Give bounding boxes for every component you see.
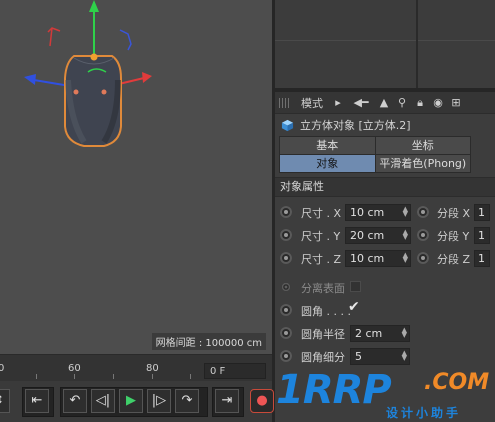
animate-fillet-subdivision-icon[interactable] <box>280 350 292 362</box>
object-header: 立方体对象 [立方体.2] <box>275 114 495 136</box>
animate-segments-x-icon[interactable] <box>417 206 429 218</box>
next-key-button[interactable]: ↷ <box>175 389 199 413</box>
size-y-label: 尺寸 . Y <box>301 230 341 243</box>
tab-phong[interactable]: 平滑着色(Phong) <box>375 155 470 172</box>
animate-segments-y-icon[interactable] <box>417 229 429 241</box>
size-z-row: 尺寸 . Z 10 cm ▲ ▼ 分段 Z 1 <box>275 247 495 270</box>
cube-object[interactable] <box>64 53 122 147</box>
tick-mark <box>190 374 191 379</box>
spinner-icon[interactable]: ▲ ▼ <box>402 350 407 362</box>
tick-label: 0 <box>0 363 5 374</box>
tick-mark <box>74 374 75 379</box>
viewport-scene[interactable] <box>0 0 272 354</box>
size-x-field[interactable]: 10 cm ▲ ▼ <box>345 204 411 221</box>
cube-icon <box>281 119 294 131</box>
segments-x-label: 分段 X <box>437 207 471 220</box>
animate-fillet-icon[interactable] <box>280 304 292 316</box>
go-to-start-button[interactable]: ⇤ <box>25 389 49 413</box>
watermark-main: 1RRP <box>276 367 392 413</box>
size-z-value: 10 cm <box>350 252 385 265</box>
segments-y-field[interactable]: 1 <box>474 227 490 244</box>
play-arrow-icon[interactable]: ▸ <box>329 96 347 109</box>
y-axis-handle[interactable] <box>89 0 99 58</box>
segments-z-field[interactable]: 1 <box>474 250 490 267</box>
tab-object[interactable]: 对象 <box>280 155 375 172</box>
rotation-gizmo <box>47 27 132 51</box>
search-icon[interactable]: ⚲ <box>393 96 411 109</box>
animate-separate-surfaces-icon[interactable] <box>281 282 291 292</box>
spinner-icon[interactable]: ▲ ▼ <box>403 252 408 264</box>
animate-size-x-icon[interactable] <box>280 206 292 218</box>
segments-x-field[interactable]: 1 <box>474 204 490 221</box>
watermark-subtitle: 设计小助手 <box>386 406 462 420</box>
size-z-label: 尺寸 . Z <box>301 253 342 266</box>
fillet-subdivision-row: 圆角细分 5 ▲ ▼ <box>275 345 495 368</box>
tick-mark <box>36 374 37 379</box>
previous-frame-button[interactable]: ◁| <box>91 389 115 413</box>
tick-label: 80 <box>146 363 159 374</box>
record-button[interactable]: ● <box>250 389 274 413</box>
attribute-toolbar: 模式 ▸ ◀━ ▲ ⚲ 🔒︎ ◉ ⊞ <box>275 92 495 114</box>
separate-surfaces-checkbox[interactable] <box>350 281 361 292</box>
panel-split[interactable] <box>416 0 418 88</box>
object-title: 立方体对象 [立方体.2] <box>300 119 411 132</box>
fillet-radius-value: 2 cm <box>355 327 383 340</box>
separate-surfaces-label: 分离表面 <box>301 282 345 295</box>
fillet-subdivision-field[interactable]: 5 ▲ ▼ <box>350 348 410 365</box>
object-manager-panel[interactable] <box>275 0 495 88</box>
separate-surfaces-row: 分离表面 <box>275 276 495 299</box>
segments-z-label: 分段 Z <box>437 253 471 266</box>
previous-key-button[interactable]: ↶ <box>63 389 87 413</box>
fillet-subdivision-label: 圆角细分 <box>301 351 345 364</box>
tick-label: 60 <box>68 363 81 374</box>
tab-basic[interactable]: 基本 <box>280 137 375 154</box>
fillet-radius-label: 圆角半径 <box>301 328 345 341</box>
size-x-row: 尺寸 . X 10 cm ▲ ▼ 分段 X 1 <box>275 201 495 224</box>
fillet-checkbox[interactable]: ✔ <box>348 299 360 315</box>
spinner-icon[interactable]: ▲ ▼ <box>402 327 407 339</box>
fillet-subdivision-value: 5 <box>355 350 362 363</box>
lock-icon[interactable]: 🔒︎ <box>411 96 429 110</box>
size-y-field[interactable]: 20 cm ▲ ▼ <box>345 227 411 244</box>
animate-fillet-radius-icon[interactable] <box>280 327 292 339</box>
panel-rule <box>275 40 495 41</box>
tick-mark <box>152 374 153 379</box>
transport-controls: ⇕ ⇤ ↶ ◁| ▶ |▷ ↷ ⇥ ● <box>0 384 274 422</box>
current-frame-field[interactable]: 0 F <box>204 363 266 379</box>
animate-size-y-icon[interactable] <box>280 229 292 241</box>
grid-spacing-label: 网格间距 : 100000 cm <box>151 333 266 350</box>
watermark-domain: .COM <box>424 370 490 395</box>
fillet-radius-field[interactable]: 2 cm ▲ ▼ <box>350 325 410 342</box>
fillet-label: 圆角 . . . . <box>301 305 351 318</box>
go-to-end-button[interactable]: ⇥ <box>215 389 239 413</box>
size-y-value: 20 cm <box>350 229 385 242</box>
segments-y-label: 分段 Y <box>437 230 470 243</box>
field-stub[interactable]: ⇕ <box>0 389 10 413</box>
size-y-row: 尺寸 . Y 20 cm ▲ ▼ 分段 Y 1 <box>275 224 495 247</box>
next-frame-button[interactable]: |▷ <box>147 389 171 413</box>
fillet-radius-row: 圆角半径 2 cm ▲ ▼ <box>275 322 495 345</box>
back-arrow-icon[interactable]: ◀━ <box>347 96 375 109</box>
target-icon[interactable]: ◉ <box>429 96 447 109</box>
tab-coordinates[interactable]: 坐标 <box>375 137 470 154</box>
animate-size-z-icon[interactable] <box>280 252 292 264</box>
animate-segments-z-icon[interactable] <box>417 252 429 264</box>
play-button[interactable]: ▶ <box>119 389 143 413</box>
attribute-tabs: 基本 坐标 对象 平滑着色(Phong) <box>279 136 471 173</box>
up-arrow-icon[interactable]: ▲ <box>375 96 393 109</box>
size-z-field[interactable]: 10 cm ▲ ▼ <box>345 250 411 267</box>
tick-mark <box>113 374 114 379</box>
new-panel-icon[interactable]: ⊞ <box>447 96 465 109</box>
fillet-row: 圆角 . . . . ✔ <box>275 299 495 322</box>
3d-viewport[interactable]: 网格间距 : 100000 cm <box>0 0 272 354</box>
size-x-label: 尺寸 . X <box>301 207 342 220</box>
mode-menu[interactable]: 模式 <box>301 95 323 111</box>
spinner-icon[interactable]: ▲ ▼ <box>403 206 408 218</box>
watermark-logo: 1RRP .COM 设计小助手 <box>276 367 490 422</box>
grip-icon[interactable] <box>279 97 289 108</box>
section-object-properties: 对象属性 <box>275 177 495 197</box>
size-x-value: 10 cm <box>350 206 385 219</box>
spinner-icon[interactable]: ▲ ▼ <box>403 229 408 241</box>
